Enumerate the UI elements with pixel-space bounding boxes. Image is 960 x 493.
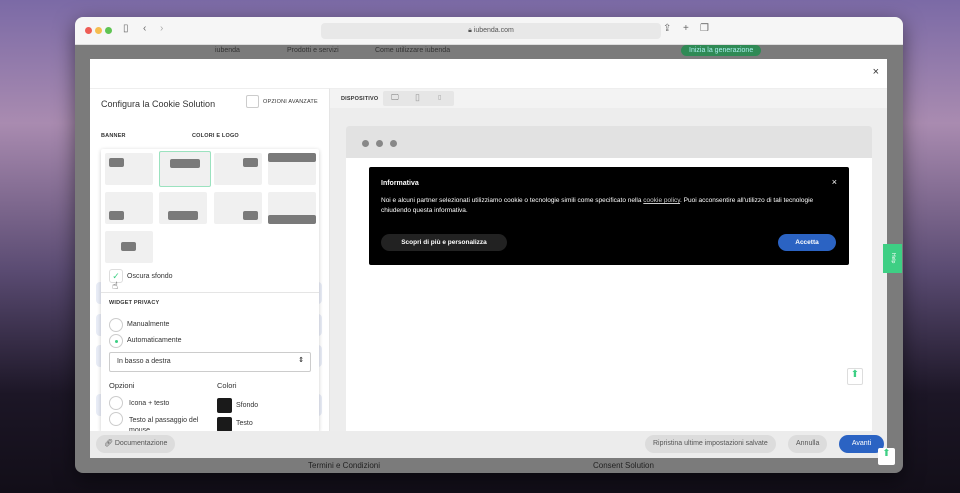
accept-button[interactable]: Accetta <box>778 234 836 251</box>
preview-frame: Informativa × Noi e alcuni partner selez… <box>346 126 872 432</box>
layout-center[interactable] <box>105 231 153 263</box>
share-icon[interactable]: ⇪ <box>663 23 671 34</box>
cookie-banner-preview: Informativa × Noi e alcuni partner selez… <box>369 167 849 265</box>
restore-settings-button[interactable]: Ripristina ultime impostazioni salvate <box>645 435 776 453</box>
hand-cursor-icon: ☝︎ <box>112 281 119 292</box>
documentation-button[interactable]: 🔗︎ Documentazione <box>96 435 176 453</box>
tablet-icon[interactable]: ▯ <box>415 92 420 103</box>
modal-title: Configura la Cookie Solution <box>101 99 216 109</box>
privacy-widget-icon[interactable]: ⬆ <box>847 368 863 385</box>
advanced-options-checkbox[interactable] <box>246 95 259 108</box>
sidebar-icon[interactable]: ▯ <box>123 23 129 34</box>
zoom-window-button[interactable] <box>105 27 112 34</box>
left-panel: Configura la Cookie Solution OPZIONI AVA… <box>90 88 330 434</box>
mobile-icon[interactable]: ▯ <box>438 94 441 101</box>
position-select[interactable]: In basso a destra ⇕ <box>109 352 311 372</box>
close-window-button[interactable] <box>85 27 92 34</box>
option-icon-text-label: Icona + testo <box>129 400 170 407</box>
position-select-value: In basso a destra <box>117 358 171 365</box>
layout-top-right[interactable] <box>214 153 262 185</box>
colors-title: Colori <box>217 381 237 390</box>
layout-top-left[interactable] <box>105 153 153 185</box>
bg-cta-button: Inizia la generazione <box>681 45 762 56</box>
banner-text-before: Noi e alcuni partner selezionati utilizz… <box>381 197 644 204</box>
customize-button[interactable]: Scopri di più e personalizza <box>381 234 507 251</box>
radio-automatic[interactable] <box>109 334 123 348</box>
back-icon[interactable]: ‹ <box>143 23 146 34</box>
device-bar: DISPOSITIVO 🖵︎ ▯ ▯ <box>330 89 887 108</box>
tab-banner[interactable]: BANNER <box>101 133 126 139</box>
link-icon: 🔗︎ <box>104 440 115 447</box>
new-tab-icon[interactable]: + <box>683 23 689 34</box>
help-tab[interactable]: Help <box>883 244 902 273</box>
desktop-icon[interactable]: 🖵︎ <box>391 93 399 103</box>
advanced-options-label: OPZIONI AVANZATE <box>263 99 318 105</box>
options-title: Opzioni <box>109 381 135 390</box>
layout-top-center-selected[interactable] <box>159 151 211 187</box>
bg-logo: iubenda <box>215 47 240 54</box>
color-bg-label: Sfondo <box>236 402 259 409</box>
cancel-button[interactable]: Annulla <box>788 435 828 453</box>
layout-bottom-right[interactable] <box>214 192 262 224</box>
tabs-overview-icon[interactable]: ❐ <box>700 23 709 34</box>
obscure-background-label: Oscura sfondo <box>127 273 173 280</box>
minimize-window-button[interactable] <box>95 27 102 34</box>
color-text-swatch[interactable] <box>217 417 232 432</box>
address-bar[interactable]: 🔒︎ iubenda.com <box>321 23 661 39</box>
banner-close-button[interactable]: × <box>832 177 837 187</box>
browser-window: ▯ ‹ › 🔒︎ iubenda.com ⇪ + ❐ iubenda Prodo… <box>75 17 903 473</box>
layout-bottom-bar[interactable] <box>268 192 316 224</box>
background-nav: iubenda Prodotti e servizi Come utilizza… <box>75 45 903 59</box>
bg-footer-consent: Consent Solution <box>593 461 654 470</box>
modal-footer: 🔗︎ Documentazione Ripristina ultime impo… <box>90 431 887 458</box>
cookie-policy-link[interactable]: cookie policy <box>643 197 680 204</box>
bg-footer-terms: Termini e Condizioni <box>308 461 381 470</box>
bg-nav-item: Prodotti e servizi <box>287 47 339 54</box>
bg-nav-item: Come utilizzare iubenda <box>375 47 451 54</box>
color-text-label: Testo <box>236 420 253 427</box>
browser-toolbar: ▯ ‹ › 🔒︎ iubenda.com ⇪ + ❐ <box>75 17 903 45</box>
documentation-label: Documentazione <box>114 440 168 447</box>
color-bg-swatch[interactable] <box>217 398 232 413</box>
banner-title: Informativa <box>381 180 419 187</box>
radio-manual-label: Manualmente <box>127 321 170 328</box>
option-hover-text-radio[interactable] <box>109 412 123 426</box>
option-icon-text-radio[interactable] <box>109 396 123 410</box>
widget-up-icon[interactable]: ⬆ <box>878 448 895 465</box>
config-modal: × Configura la Cookie Solution OPZIONI A… <box>90 59 887 458</box>
tab-colors-logo[interactable]: COLORI E LOGO <box>192 133 239 139</box>
radio-automatic-label: Automaticamente <box>127 337 182 344</box>
radio-manual[interactable] <box>109 318 123 332</box>
modal-close-button[interactable]: × <box>873 66 879 78</box>
preview-panel: DISPOSITIVO 🖵︎ ▯ ▯ Informativa × Noi e a… <box>330 88 887 432</box>
device-label: DISPOSITIVO <box>341 96 379 102</box>
banner-text: Noi e alcuni partner selezionati utilizz… <box>381 196 821 216</box>
banner-layout-popover: ✓ ☝︎ Oscura sfondo WIDGET PRIVACY Manual… <box>101 149 319 434</box>
layout-bottom-left[interactable] <box>105 192 153 224</box>
widget-privacy-title: WIDGET PRIVACY <box>109 300 160 306</box>
layout-top-bar[interactable] <box>268 153 316 185</box>
select-arrows-icon: ⇕ <box>298 357 304 364</box>
layout-bottom-center[interactable] <box>159 192 207 224</box>
forward-icon[interactable]: › <box>160 23 163 34</box>
url-text: iubenda.com <box>473 27 514 34</box>
